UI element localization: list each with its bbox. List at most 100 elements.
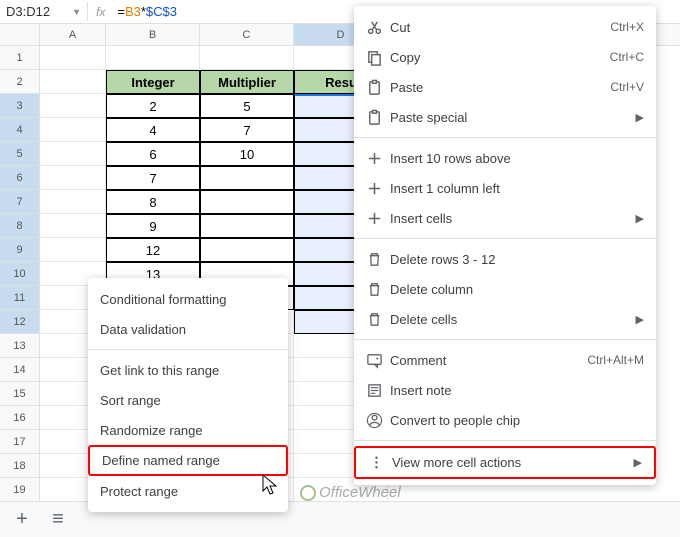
chevron-down-icon: ▼ [72,7,81,17]
shortcut: Ctrl+V [610,80,644,94]
cell[interactable]: 6 [106,142,200,166]
col-header-b[interactable]: B [106,24,200,45]
menu-item[interactable]: Randomize range [88,415,288,445]
row-header[interactable]: 3 [0,94,39,118]
more-icon [368,454,392,471]
menu-item[interactable]: Protect range [88,476,288,506]
row-header[interactable]: 19 [0,478,39,502]
cell[interactable]: Integer [106,70,200,94]
person-icon [366,412,390,429]
row-header[interactable]: 5 [0,142,39,166]
row-header[interactable]: 16 [0,406,39,430]
cell[interactable] [40,142,106,166]
cell[interactable]: 9 [106,214,200,238]
plus-icon [366,180,390,197]
row-header[interactable]: 9 [0,238,39,262]
menu-item[interactable]: Insert note [354,375,656,405]
menu-item[interactable]: Insert cells▶ [354,203,656,233]
row-header[interactable]: 11 [0,286,39,310]
menu-item[interactable]: Delete cells▶ [354,304,656,334]
menu-item[interactable]: Insert 10 rows above [354,143,656,173]
col-header-a[interactable]: A [40,24,106,45]
cell[interactable]: 5 [200,94,294,118]
cut-icon [366,19,390,36]
row-header[interactable]: 15 [0,382,39,406]
cell[interactable]: 7 [200,118,294,142]
menu-item[interactable]: Define named range [88,445,288,476]
cell[interactable] [40,118,106,142]
cell[interactable]: 10 [200,142,294,166]
comment-icon [366,352,390,369]
plus-icon [366,150,390,167]
row-header[interactable]: 1 [0,46,39,70]
trash-icon [366,251,390,268]
shortcut: Ctrl+X [610,20,644,34]
row-header[interactable]: 17 [0,430,39,454]
fx-label: fx [88,5,113,19]
shortcut: Ctrl+Alt+M [587,353,644,367]
cell[interactable] [200,190,294,214]
menu-item[interactable]: Get link to this range [88,355,288,385]
menu-item[interactable]: Insert 1 column left [354,173,656,203]
paste-icon [366,109,390,126]
chevron-right-icon: ▶ [636,212,644,225]
menu-item[interactable]: Data validation [88,314,288,344]
menu-item[interactable]: CutCtrl+X [354,12,656,42]
chevron-right-icon: ▶ [636,111,644,124]
trash-icon [366,281,390,298]
chevron-right-icon: ▶ [634,456,642,469]
cell[interactable] [40,46,106,70]
row-header[interactable]: 7 [0,190,39,214]
cell[interactable]: 4 [106,118,200,142]
menu-item[interactable]: Convert to people chip [354,405,656,435]
cell[interactable] [40,238,106,262]
name-box[interactable]: D3:D12 ▼ [0,2,88,21]
cell[interactable] [106,46,200,70]
row-header[interactable]: 2 [0,70,39,94]
row-header[interactable]: 13 [0,334,39,358]
row-header[interactable]: 8 [0,214,39,238]
trash-icon [366,311,390,328]
cell[interactable] [200,238,294,262]
name-box-value: D3:D12 [6,4,50,19]
cell[interactable] [40,70,106,94]
cell[interactable]: Multiplier [200,70,294,94]
menu-item[interactable]: Conditional formatting [88,284,288,314]
shortcut: Ctrl+C [610,50,644,64]
cell[interactable]: 2 [106,94,200,118]
menu-item[interactable]: Paste special▶ [354,102,656,132]
row-header[interactable]: 18 [0,454,39,478]
cell[interactable] [40,190,106,214]
chevron-right-icon: ▶ [636,313,644,326]
cell[interactable] [200,214,294,238]
row-header[interactable]: 6 [0,166,39,190]
formula-bar[interactable]: =B3*$C$3 [113,2,181,21]
add-sheet-button[interactable]: + [10,508,34,531]
row-header[interactable]: 14 [0,358,39,382]
row-header[interactable]: 4 [0,118,39,142]
copy-icon [366,49,390,66]
cell[interactable] [40,214,106,238]
col-header-c[interactable]: C [200,24,294,45]
menu-item[interactable]: View more cell actions▶ [354,446,656,479]
all-sheets-button[interactable]: ≡ [46,508,70,531]
cell[interactable]: 12 [106,238,200,262]
row-header[interactable]: 12 [0,310,39,334]
menu-item[interactable]: Sort range [88,385,288,415]
menu-item[interactable]: CopyCtrl+C [354,42,656,72]
cell[interactable] [40,94,106,118]
menu-item[interactable]: CommentCtrl+Alt+M [354,345,656,375]
menu-item[interactable]: PasteCtrl+V [354,72,656,102]
cell[interactable] [200,166,294,190]
context-menu: CutCtrl+XCopyCtrl+CPasteCtrl+VPaste spec… [354,6,656,485]
submenu-cell-actions: Conditional formattingData validation Get… [88,278,288,512]
cell[interactable] [40,166,106,190]
paste-icon [366,79,390,96]
menu-item[interactable]: Delete rows 3 - 12 [354,244,656,274]
cell[interactable]: 7 [106,166,200,190]
cell[interactable]: 8 [106,190,200,214]
select-all-cell[interactable] [0,24,40,45]
row-header[interactable]: 10 [0,262,39,286]
menu-item[interactable]: Delete column [354,274,656,304]
cell[interactable] [200,46,294,70]
